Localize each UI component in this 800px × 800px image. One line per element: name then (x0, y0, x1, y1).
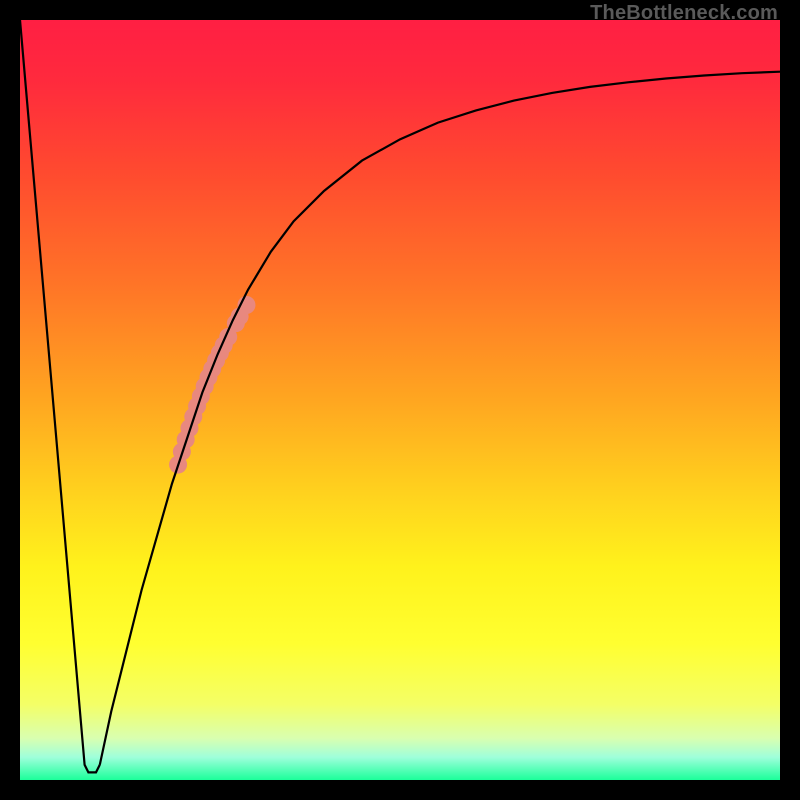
plot-area (20, 20, 780, 780)
gradient-background (20, 20, 780, 780)
chart-svg (20, 20, 780, 780)
chart-frame: TheBottleneck.com (0, 0, 800, 800)
